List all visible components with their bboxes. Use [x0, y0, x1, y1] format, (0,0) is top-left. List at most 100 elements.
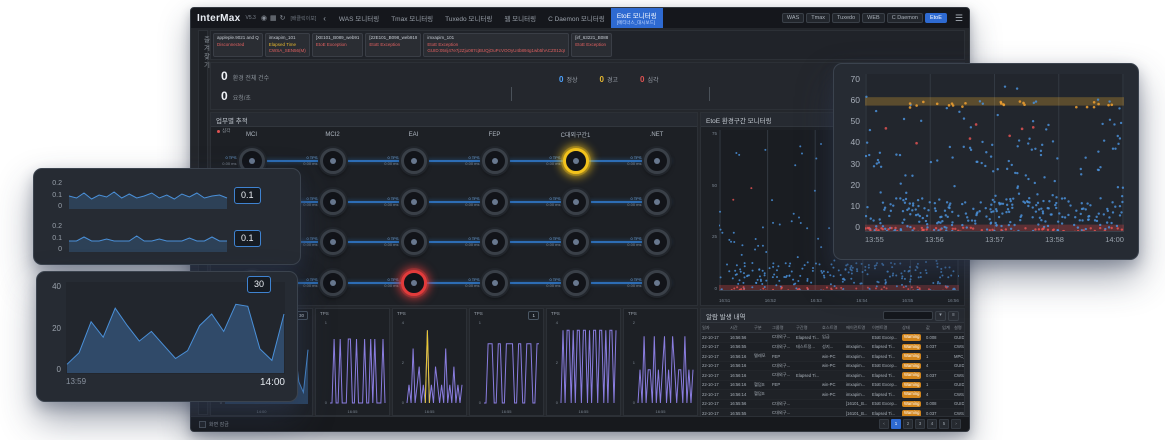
tab-5[interactable]: C Daemon 모니터링 [542, 8, 611, 28]
status-badge: Warning [902, 382, 921, 389]
biz-cell: 0 TPS0.00 ms [292, 141, 373, 182]
node-ms-label: 0.00 ms [303, 283, 317, 288]
tab-3[interactable]: Tuxedo 모니터링 [439, 8, 498, 28]
tps-x-axis: 13:59 14:00 [66, 377, 285, 388]
quick-button-was[interactable]: WAS [782, 13, 804, 23]
spark-y-axis: 10 [318, 320, 327, 405]
search-input[interactable] [883, 311, 933, 320]
prev-page-button[interactable]: ‹ [879, 419, 889, 429]
table-row[interactable]: 22-10-1716:56:14헬덤Swin-PCimxapim...Elaps… [701, 390, 964, 400]
alert-card[interactable]: imxapim_101EtoE ExceptionGUID:05rij47e7j… [423, 33, 569, 57]
biz-node[interactable] [320, 270, 346, 296]
biz-node[interactable] [320, 229, 346, 255]
alert-card[interactable]: [XE101_B089_web91EtoE Exception [312, 33, 364, 57]
biz-node[interactable] [401, 189, 427, 215]
quick-button-tuxedo[interactable]: Tuxedo [832, 13, 860, 23]
column-header: 이벤트명 [871, 325, 901, 331]
table-row[interactable]: 22-10-1716:56:16C대외구...Elapsed Ti...imxa… [701, 371, 964, 381]
alert-card[interactable]: [irf_63221_B088EtoE Exception [571, 33, 612, 57]
biz-node[interactable] [644, 148, 670, 174]
dropdown-button[interactable]: ▾ [935, 311, 946, 321]
table-row[interactable]: 22-10-1716:55:56C대외구...[16101_B...EtoE E… [701, 400, 964, 410]
biz-node[interactable] [644, 270, 670, 296]
table-row[interactable]: 22-10-1716:56:16헬덤SFEPwin-PCimxapim...Et… [701, 381, 964, 391]
biz-node[interactable] [563, 189, 589, 215]
x-tick-label: 16:52 [765, 298, 776, 303]
biz-node[interactable] [320, 148, 346, 174]
alert-card[interactable]: imxapim_101Elapsed TimeCWSA_SEN56(M) [265, 33, 310, 57]
biz-node[interactable] [401, 148, 427, 174]
table-cell: win-PC [821, 382, 845, 387]
stat-total-value: 0 [221, 69, 228, 83]
biz-node[interactable] [482, 270, 508, 296]
spark-chart[interactable] [329, 320, 386, 405]
x-tick-label: 16:55 [393, 409, 466, 414]
table-cell: 테스트정... [795, 344, 821, 350]
y-tick-label: 20 [52, 324, 61, 333]
layout-icon[interactable]: ▦ [270, 14, 277, 22]
y-tick-label: 30 [851, 159, 860, 169]
alert-card[interactable]: [22E101_B098_web919EtoE Exception [365, 33, 421, 57]
node-ms-label: 0.00 ms [384, 242, 398, 247]
page-button-3[interactable]: 3 [915, 419, 925, 429]
node-ms-label: 0.00 ms [627, 161, 641, 166]
back-icon[interactable]: ‹ [321, 14, 328, 23]
page-button-4[interactable]: 4 [927, 419, 937, 429]
spark-chart[interactable] [637, 320, 694, 405]
screen-lock-toggle[interactable]: 화면 잠금 [199, 421, 229, 428]
x-tick-label: 14:00 [211, 409, 312, 414]
quick-button-tmax[interactable]: Tmax [806, 13, 830, 23]
table-row[interactable]: 22-10-1716:56:16C대외구...win-PCimxapim...E… [701, 362, 964, 372]
alert-card[interactable]: appleple.9021 and QDisconnected [213, 33, 263, 57]
next-page-button[interactable]: › [951, 419, 961, 429]
y-tick-label: 4 [402, 320, 404, 325]
biz-node[interactable] [482, 189, 508, 215]
status-bar: 화면 잠금 ‹12345› [191, 416, 969, 431]
scatter-popout-chart [865, 74, 1124, 232]
page-button-1[interactable]: 1 [891, 419, 901, 429]
biz-node[interactable] [563, 270, 589, 296]
y-tick-label: 4 [556, 320, 558, 325]
tab-1[interactable]: WAS 모니터링 [333, 8, 385, 28]
table-row[interactable]: 22-10-1716:56:55C대외구...테스트정...성지...imxap… [701, 343, 964, 353]
biz-node[interactable] [644, 189, 670, 215]
table-cell: win-PC [821, 354, 845, 359]
tab-2[interactable]: Tmax 모니터링 [385, 8, 439, 28]
biz-node[interactable] [401, 229, 427, 255]
biz-node[interactable] [482, 229, 508, 255]
node-metrics: 0 TPS0.00 ms [384, 277, 398, 289]
biz-node[interactable] [563, 229, 589, 255]
table-row[interactable]: 22-10-1716:56:16텔레모FEPwin-PCimxapim...El… [701, 352, 964, 362]
checkbox-icon[interactable] [199, 421, 206, 428]
table-row[interactable]: 22-10-1716:56:56C대외구...Elapsed Ti...임금Et… [701, 333, 964, 343]
side-rail-label: 즐겨찾기 [200, 31, 210, 70]
tab-4[interactable]: 웹 모니터링 [498, 8, 542, 28]
tab-6[interactable]: EtoE 모니터링[에티너스_대시보드] [611, 8, 663, 28]
hamburger-menu-icon[interactable]: ☰ [955, 13, 963, 24]
refresh-icon[interactable]: ↻ [280, 14, 286, 22]
x-tick-label: 13:58 [1045, 235, 1064, 244]
biz-node[interactable] [482, 148, 508, 174]
business-columns: MCIMCI2EAIFEPC대외구간1.NET [211, 128, 697, 141]
node-ms-label: 0.00 ms [222, 161, 236, 166]
biz-node[interactable] [644, 229, 670, 255]
biz-cell: 0 TPS0.00 ms [616, 222, 697, 263]
page-button-5[interactable]: 5 [939, 419, 949, 429]
user-icon[interactable]: ◉ [261, 14, 267, 22]
x-tick-label: 16:54 [856, 298, 867, 303]
quick-button-c-daemon[interactable]: C Daemon [887, 13, 923, 23]
quick-button-web[interactable]: WEB [862, 13, 885, 23]
x-tick-label: 16:55 [316, 409, 389, 414]
biz-node[interactable] [401, 270, 427, 296]
tab-label: C Daemon 모니터링 [548, 13, 605, 23]
table-cell: 22-10-17 [701, 335, 729, 340]
page-button-2[interactable]: 2 [903, 419, 913, 429]
spark-chart[interactable] [560, 320, 617, 405]
list-button[interactable]: ≡ [948, 311, 959, 321]
biz-node[interactable] [563, 148, 589, 174]
spark-chart[interactable] [406, 320, 463, 405]
biz-node[interactable] [320, 189, 346, 215]
y-tick-label: 1 [479, 320, 481, 325]
spark-chart[interactable] [483, 320, 540, 405]
quick-button-etoe[interactable]: EtoE [925, 13, 947, 23]
